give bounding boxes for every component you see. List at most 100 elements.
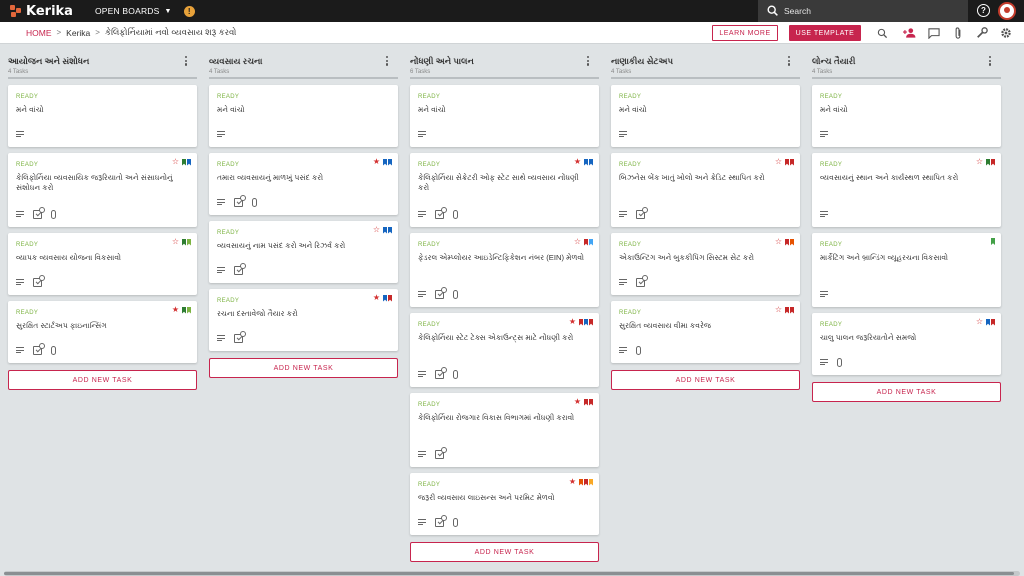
learn-more-button[interactable]: LEARN MORE: [712, 25, 778, 41]
star-outline-icon[interactable]: ☆: [775, 238, 782, 246]
task-card[interactable]: READY મને વાંચો: [611, 85, 800, 147]
column-title[interactable]: આયોજન અને સંશોધન: [8, 56, 190, 67]
star-filled-icon[interactable]: ★: [569, 478, 576, 486]
add-new-task-button[interactable]: ADD NEW TASK: [209, 358, 398, 378]
open-boards-menu[interactable]: OPEN BOARDS ▼: [95, 6, 172, 16]
tag-flag-icon: [187, 238, 191, 246]
add-new-task-button[interactable]: ADD NEW TASK: [410, 542, 599, 562]
scrollbar-thumb[interactable]: [4, 572, 1014, 575]
star-outline-icon[interactable]: ☆: [172, 238, 179, 246]
star-filled-icon[interactable]: ★: [574, 398, 581, 406]
task-card[interactable]: ☆ READY બિઝનેસ બેંક ખાતું ખોલો અને ક્રેડિટ…: [611, 153, 800, 227]
task-title: કેલિફોર્નિયા રોજગાર વિકાસ વિભાગમાં નોંધણ…: [418, 413, 575, 422]
add-new-task-button[interactable]: ADD NEW TASK: [8, 370, 197, 390]
task-card[interactable]: ☆ READY ફેડરલ એમ્પ્લોયર આઇડેન્ટિફિકેશન નંબ…: [410, 233, 599, 307]
settings-icon[interactable]: [998, 25, 1014, 41]
tools-icon[interactable]: [974, 25, 990, 41]
star-outline-icon[interactable]: ☆: [373, 226, 380, 234]
use-template-button[interactable]: USE TEMPLATE: [789, 25, 861, 41]
column-header[interactable]: નોંધણી અને પાલન 6 Tasks: [410, 56, 592, 75]
tag-flag-icon: [785, 158, 789, 166]
task-meta: [418, 514, 458, 527]
logo-text: Kerika: [26, 3, 73, 19]
chat-icon[interactable]: [926, 25, 942, 41]
star-outline-icon[interactable]: ☆: [976, 158, 983, 166]
task-card[interactable]: ☆ READY કેલિફોર્નિયા વ્યવસાયિક જરૂરિયાતો અ…: [8, 153, 197, 227]
task-card[interactable]: ☆ READY સુરક્ષિત વ્યવસાય વીમા કવરેજ: [611, 301, 800, 363]
star-outline-icon[interactable]: ☆: [574, 238, 581, 246]
column-title[interactable]: નોંધણી અને પાલન: [410, 56, 592, 67]
search-box[interactable]: Search: [758, 0, 968, 22]
task-card[interactable]: READY મને વાંચો: [410, 85, 599, 147]
tag-flag-icon: [584, 238, 588, 246]
user-avatar[interactable]: [998, 2, 1016, 20]
task-card[interactable]: ★ READY રચના દસ્તાવેજો તૈયાર કરો: [209, 289, 398, 351]
task-markers: ★: [574, 398, 593, 406]
task-title: એકાઉન્ટિંગ અને બુકકીપિંગ સિસ્ટમ સેટ કરો: [619, 253, 755, 262]
search-icon: [767, 5, 778, 16]
task-card[interactable]: READY મને વાંચો: [812, 85, 1001, 147]
task-meta: [820, 357, 842, 367]
tag-flag-icon: [991, 238, 995, 245]
column-menu-icon[interactable]: [586, 56, 590, 68]
task-card[interactable]: ★ READY જરૂરી વ્યવસાય લાઇસન્સ અને પરમિટ મે…: [410, 473, 599, 535]
add-new-task-button[interactable]: ADD NEW TASK: [611, 370, 800, 390]
column-title[interactable]: લોન્ચ તૈયારી: [812, 56, 994, 67]
task-status: READY: [820, 162, 843, 168]
notification-badge[interactable]: !: [183, 5, 195, 17]
breadcrumb-board[interactable]: Kerika: [66, 28, 90, 38]
search-icon[interactable]: [874, 25, 890, 41]
task-meta: [418, 129, 435, 139]
task-markers: ☆: [172, 238, 191, 246]
column-menu-icon[interactable]: [184, 56, 188, 68]
kerika-logo-icon: [10, 5, 22, 17]
column-title[interactable]: વ્યવસાય રચના: [209, 56, 391, 67]
task-markers: ★: [373, 158, 392, 166]
column-header[interactable]: નાણાકીય સેટઅપ 4 Tasks: [611, 56, 793, 75]
column-header[interactable]: લોન્ચ તૈયારી 4 Tasks: [812, 56, 994, 75]
tag-flag-icon: [182, 158, 186, 166]
column-menu-icon[interactable]: [787, 56, 791, 68]
tag-flag-icon: [790, 158, 794, 166]
task-card[interactable]: ☆ READY ચાલુ પાલન જરૂરિયાતોને સમજો: [812, 313, 1001, 375]
kerika-logo[interactable]: Kerika: [10, 4, 73, 19]
tag-flag-icon: [790, 306, 794, 314]
add-user-icon[interactable]: [902, 25, 918, 41]
task-card[interactable]: ☆ READY વ્યવસાયનું સ્થાન અને કાર્યસ્થળ સ્થ…: [812, 153, 1001, 227]
help-icon[interactable]: ?: [977, 4, 990, 17]
star-outline-icon[interactable]: ☆: [775, 158, 782, 166]
attachment-icon[interactable]: [950, 25, 966, 41]
task-markers: ☆: [775, 158, 794, 166]
star-filled-icon[interactable]: ★: [574, 158, 581, 166]
star-outline-icon[interactable]: ☆: [775, 306, 782, 314]
column-menu-icon[interactable]: [988, 56, 992, 68]
task-card[interactable]: ☆ READY એકાઉન્ટિંગ અને બુકકીપિંગ સિસ્ટમ સે…: [611, 233, 800, 295]
column-divider: [410, 77, 599, 79]
breadcrumb-home[interactable]: HOME: [26, 28, 52, 38]
star-filled-icon[interactable]: ★: [373, 158, 380, 166]
add-new-task-button[interactable]: ADD NEW TASK: [812, 382, 1001, 402]
description-icon: [619, 131, 627, 137]
task-card[interactable]: READY મને વાંચો: [209, 85, 398, 147]
task-card[interactable]: ☆ READY વ્યવસાયનું નામ પસંદ કરો અને રિઝર્વ…: [209, 221, 398, 283]
task-card[interactable]: ★ READY કેલિફોર્નિયા રોજગાર વિકાસ વિભાગમાં…: [410, 393, 599, 467]
star-outline-icon[interactable]: ☆: [172, 158, 179, 166]
task-card[interactable]: ☆ READY વ્યાપક વ્યવસાય યોજના વિકસાવો: [8, 233, 197, 295]
star-filled-icon[interactable]: ★: [172, 306, 179, 314]
task-card[interactable]: READY માર્કેટિંગ અને બ્રાન્ડિંગ વ્યૂહરચના…: [812, 233, 1001, 307]
task-card[interactable]: ★ READY કેલિફોર્નિયા સ્ટેટ ટેક્સ એકાઉન્ટ્સ…: [410, 313, 599, 387]
column-menu-icon[interactable]: [385, 56, 389, 68]
task-card[interactable]: READY મને વાંચો: [8, 85, 197, 147]
task-card[interactable]: ★ READY તમારા વ્યવસાયનું માળખું પસંદ કરો: [209, 153, 398, 215]
column-header[interactable]: આયોજન અને સંશોધન 4 Tasks: [8, 56, 190, 75]
column-task-count: 4 Tasks: [209, 69, 230, 75]
star-filled-icon[interactable]: ★: [569, 318, 576, 326]
task-card[interactable]: ★ READY સુરક્ષિત સ્ટાર્ટઅપ ફાઇનાન્સિંગ: [8, 301, 197, 363]
column-title[interactable]: નાણાકીય સેટઅપ: [611, 56, 793, 67]
star-outline-icon[interactable]: ☆: [976, 318, 983, 326]
task-card[interactable]: ★ READY કેલિફોર્નિયા સેક્રેટરી ઓફ સ્ટેટ સા…: [410, 153, 599, 227]
column-divider: [611, 77, 800, 79]
task-meta: [619, 274, 654, 287]
column-header[interactable]: વ્યવસાય રચના 4 Tasks: [209, 56, 391, 75]
star-filled-icon[interactable]: ★: [373, 294, 380, 302]
